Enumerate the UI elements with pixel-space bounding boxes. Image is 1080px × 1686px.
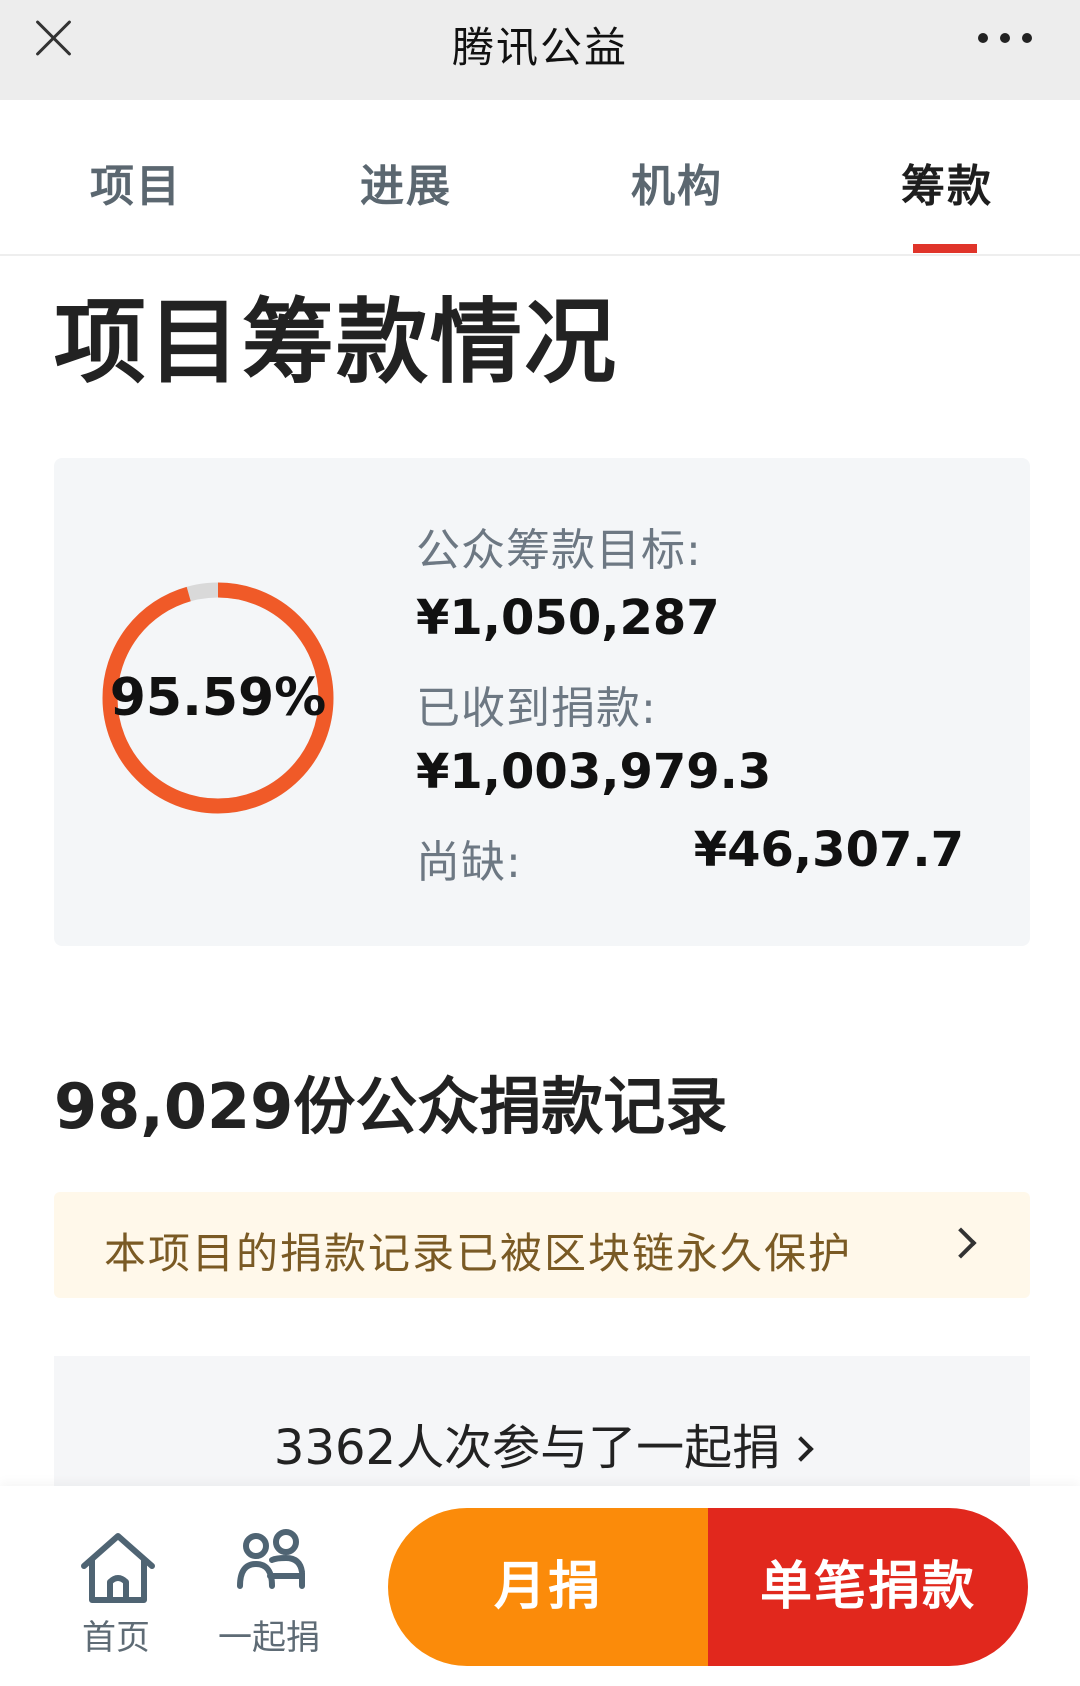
tab-organization[interactable]: 机构 (631, 150, 723, 214)
blockchain-notice-text: 本项目的捐款记录已被区块链永久保护 (104, 1229, 853, 1278)
shortfall-value: ¥46,307.7 (693, 822, 964, 878)
tab-progress[interactable]: 进展 (360, 150, 452, 214)
target-value: ¥1,050,287 (416, 590, 720, 646)
target-label: 公众筹款目标: (416, 525, 702, 576)
more-dots-icon[interactable] (978, 30, 1050, 46)
together-donation-text: 3362人次参与了一起捐 (273, 1420, 781, 1476)
single-donate-button[interactable]: 单笔捐款 (708, 1508, 1028, 1666)
together-nav-label[interactable]: 一起捐 (218, 1610, 320, 1659)
progress-percent-label: 95.59% (109, 668, 327, 728)
app-title: 腾讯公益 (451, 23, 628, 72)
bottom-action-bar: 首页 一起捐 月捐 单笔捐款 (0, 1486, 1080, 1686)
blockchain-notice-banner[interactable]: 本项目的捐款记录已被区块链永久保护 (54, 1192, 1030, 1298)
chevron-right-icon (945, 1227, 977, 1259)
home-icon[interactable] (78, 1528, 158, 1608)
received-label: 已收到捐款: (416, 683, 657, 734)
people-icon[interactable] (236, 1528, 308, 1604)
together-donation-card[interactable]: 3362人次参与了一起捐 (54, 1356, 1030, 1486)
home-nav-label[interactable]: 首页 (82, 1610, 150, 1659)
active-tab-indicator (913, 244, 977, 253)
records-title: 98,029份公众捐款记录 (54, 1070, 728, 1143)
tab-bar: 项目 进展 机构 筹款 (0, 100, 1080, 256)
section-title: 项目筹款情况 (54, 289, 619, 396)
shortfall-label: 尚缺: (416, 837, 522, 888)
tab-project[interactable]: 项目 (90, 150, 182, 214)
title-bar: 腾讯公益 (0, 0, 1080, 100)
tab-fundraising[interactable]: 筹款 (901, 150, 993, 214)
donate-button-group: 月捐 单笔捐款 (388, 1508, 1028, 1666)
together-donation-row: 3362人次参与了一起捐 (54, 1408, 1030, 1478)
monthly-donate-button[interactable]: 月捐 (388, 1508, 708, 1666)
chevron-right-icon (788, 1436, 814, 1462)
received-value: ¥1,003,979.3 (416, 744, 772, 800)
